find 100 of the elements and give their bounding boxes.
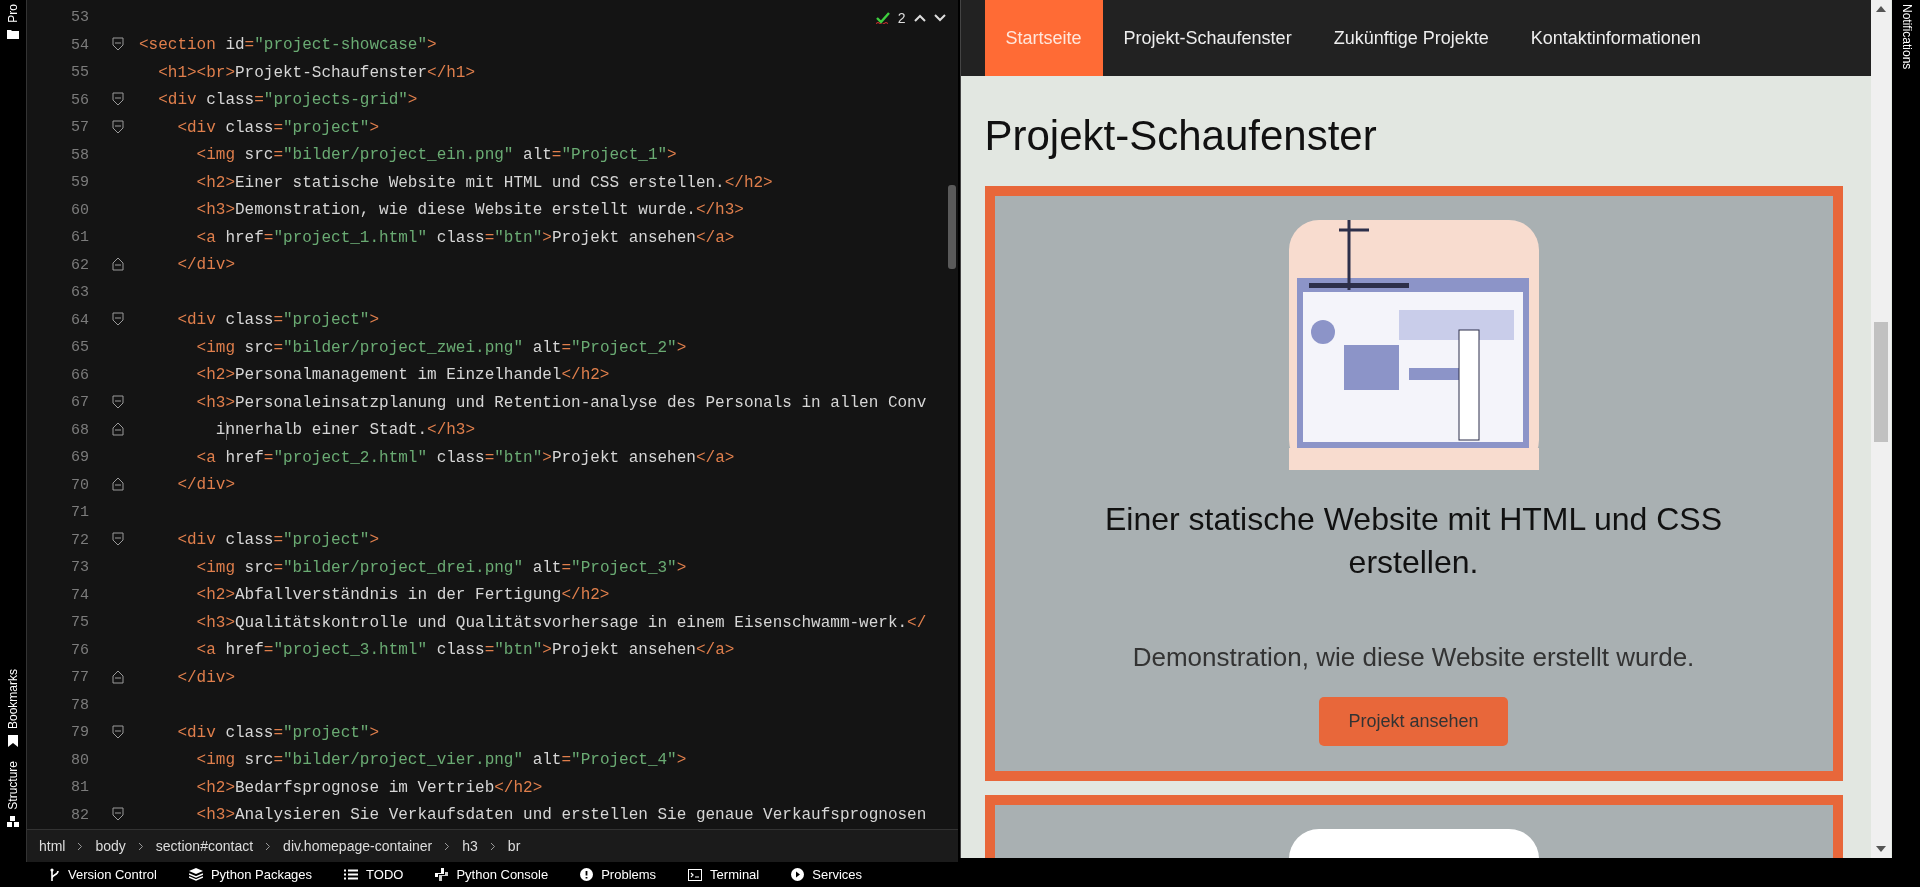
project-description: Demonstration, wie diese Website erstellt wurde. bbox=[1132, 642, 1695, 673]
line-number: 60 bbox=[69, 201, 89, 219]
line-number: 61 bbox=[69, 229, 89, 247]
notifications-tab[interactable]: Notifications bbox=[1900, 4, 1914, 862]
code-line: <img src="bilder/project_drei.png" alt="Project_3"> bbox=[195, 558, 687, 577]
fold-icon[interactable] bbox=[112, 724, 124, 739]
line-number: 81 bbox=[69, 779, 89, 797]
nav-link[interactable]: Zukünftige Projekte bbox=[1312, 0, 1510, 76]
code-line: <h3>Demonstration, wie diese Website erstellt wurde.</h3> bbox=[195, 201, 744, 220]
project-title: Einer statische Website mit HTML und CSS erstellen. bbox=[1103, 500, 1724, 582]
tool-window-button[interactable]: Problems bbox=[566, 862, 671, 887]
breadcrumb-item[interactable]: body bbox=[95, 838, 126, 854]
line-number: 58 bbox=[69, 146, 89, 164]
terminal-icon bbox=[688, 868, 703, 881]
chevron-up-icon[interactable] bbox=[913, 14, 926, 22]
python-icon bbox=[435, 868, 449, 881]
tool-window-button[interactable]: Services bbox=[777, 862, 877, 887]
fold-icon[interactable] bbox=[112, 394, 124, 409]
code-line: <h1><br>Projekt-Schaufenster</h1> bbox=[157, 63, 476, 82]
line-number: 57 bbox=[69, 119, 89, 137]
structure-icon bbox=[7, 816, 19, 828]
tool-window-button[interactable]: Terminal bbox=[674, 862, 774, 887]
fold-icon[interactable] bbox=[112, 92, 124, 107]
tool-window-button[interactable]: Python Console bbox=[421, 862, 563, 887]
code-line: <h2>Einer statische Website mit HTML und CSS erstellen.</h2> bbox=[195, 173, 773, 192]
line-number: 80 bbox=[69, 751, 89, 769]
line-number: 72 bbox=[69, 531, 89, 549]
fold-icon[interactable] bbox=[112, 37, 124, 52]
code-line: </div> bbox=[176, 668, 235, 687]
line-number: 76 bbox=[69, 641, 89, 659]
scroll-up-icon[interactable] bbox=[1875, 6, 1886, 12]
bookmark-icon bbox=[8, 735, 18, 748]
fold-icon[interactable] bbox=[112, 312, 124, 327]
line-number: 79 bbox=[69, 724, 89, 742]
tool-window-button[interactable]: Version Control bbox=[36, 862, 171, 887]
breadcrumb-item[interactable]: section#contact bbox=[155, 838, 254, 854]
line-number: 78 bbox=[69, 696, 89, 714]
code-line: <h2>Personalmanagement im Einzelhandel</h2> bbox=[195, 366, 610, 385]
code-line: <h2>Bedarfsprognose im Vertrieb</h2> bbox=[195, 778, 543, 797]
chevron-right-icon bbox=[137, 841, 144, 851]
scroll-down-icon[interactable] bbox=[1875, 846, 1886, 852]
line-number: 75 bbox=[69, 614, 89, 632]
fold-icon[interactable] bbox=[112, 669, 124, 684]
fold-icon[interactable] bbox=[112, 119, 124, 134]
project-tab[interactable]: Pro bbox=[6, 4, 20, 23]
view-project-button[interactable]: Projekt ansehen bbox=[1319, 697, 1508, 746]
scrollbar-thumb[interactable] bbox=[1873, 322, 1888, 442]
structure-tab[interactable]: Structure bbox=[6, 761, 20, 810]
line-number: 63 bbox=[69, 284, 89, 302]
fold-icon[interactable] bbox=[112, 807, 124, 822]
folder-icon bbox=[7, 28, 19, 39]
scrollbar[interactable] bbox=[1870, 0, 1891, 858]
layers-icon bbox=[188, 868, 203, 881]
page-heading: Projekt-Schaufenster bbox=[984, 111, 1378, 161]
code-line: <a href="project_2.html" class="btn">Projekt ansehen</a> bbox=[195, 448, 735, 467]
code-line: <section id="project-showcase"> bbox=[139, 36, 437, 55]
code-line: <div class="project"> bbox=[176, 118, 380, 137]
code-line: </div> bbox=[176, 256, 235, 275]
code-editor[interactable] bbox=[27, 0, 958, 830]
line-number: 69 bbox=[69, 449, 89, 467]
inspection-count[interactable]: 2 bbox=[897, 10, 906, 26]
warning-icon bbox=[580, 868, 594, 881]
line-number: 68 bbox=[69, 421, 89, 439]
check-icon bbox=[875, 12, 890, 24]
line-number: 59 bbox=[69, 174, 89, 192]
chevron-down-icon[interactable] bbox=[933, 14, 946, 22]
breadcrumb-item[interactable]: div.homepage-container bbox=[283, 838, 433, 854]
line-number: 66 bbox=[69, 366, 89, 384]
code-line: <div class="projects-grid"> bbox=[157, 91, 418, 110]
tool-window-button[interactable]: Python Packages bbox=[174, 862, 327, 887]
nav-link[interactable]: Projekt-Schaufenster bbox=[1102, 0, 1313, 76]
line-number: 55 bbox=[69, 64, 89, 82]
line-number: 73 bbox=[69, 559, 89, 577]
fold-icon[interactable] bbox=[112, 257, 124, 272]
fold-icon[interactable] bbox=[112, 422, 124, 437]
fold-icon[interactable] bbox=[112, 477, 124, 492]
code-line: <img src="bilder/project_vier.png" alt="Project_4"> bbox=[195, 751, 687, 770]
code-line: <a href="project_1.html" class="btn">Projekt ansehen</a> bbox=[195, 228, 735, 247]
list-icon bbox=[344, 869, 359, 880]
fold-icon[interactable] bbox=[112, 532, 124, 547]
code-line: <div class="project"> bbox=[176, 311, 380, 330]
code-line: <div class="project"> bbox=[176, 531, 380, 550]
nav-link[interactable]: Kontaktinformationen bbox=[1509, 0, 1722, 76]
line-number: 77 bbox=[69, 669, 89, 687]
line-number: 62 bbox=[69, 256, 89, 274]
line-number: 56 bbox=[69, 91, 89, 109]
tool-window-button[interactable]: TODO bbox=[330, 862, 418, 887]
breadcrumb-item[interactable]: br bbox=[507, 838, 521, 854]
bookmarks-tab[interactable]: Bookmarks bbox=[6, 669, 20, 730]
line-number: 67 bbox=[69, 394, 89, 412]
breadcrumb-item[interactable]: h3 bbox=[462, 838, 478, 854]
code-line: <div class="project"> bbox=[176, 723, 380, 742]
line-number: 64 bbox=[69, 311, 89, 329]
code-line: <h2>Abfallverständnis in der Fertigung</h2> bbox=[195, 586, 610, 605]
scrollbar-thumb[interactable] bbox=[947, 185, 956, 269]
chevron-right-icon bbox=[444, 841, 451, 851]
breadcrumb-item[interactable]: html bbox=[39, 838, 66, 854]
line-number: 82 bbox=[69, 806, 89, 824]
code-line: </div> bbox=[176, 476, 235, 495]
code-line: <h3>Personaleinsatzplanung und Retention-analyse des Personals in allen Conv bbox=[195, 393, 927, 412]
